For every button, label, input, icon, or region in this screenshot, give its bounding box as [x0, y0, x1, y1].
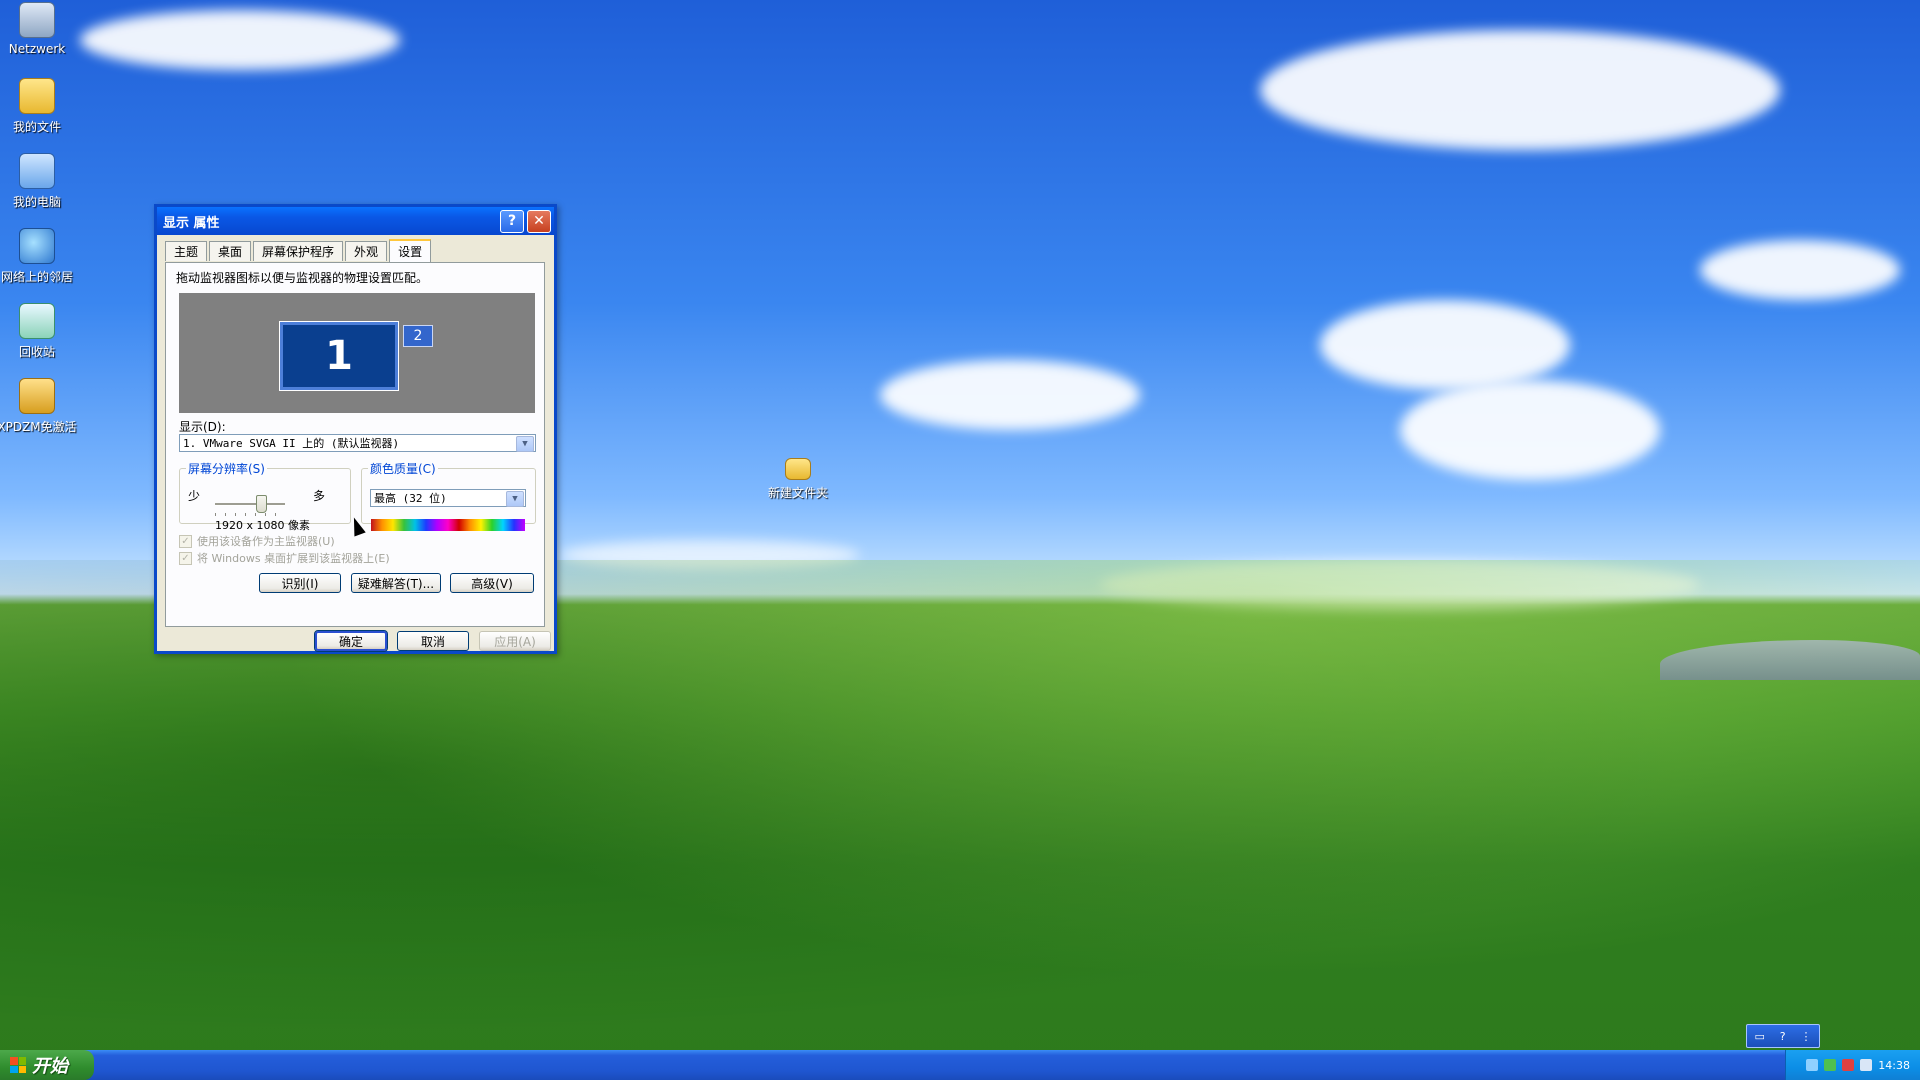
settings-panel: 拖动监视器图标以便与监视器的物理设置匹配。 1 2 显示(D): 1. VMwa…	[165, 262, 545, 627]
tab-appearance[interactable]: 外观	[345, 241, 388, 261]
resolution-slider-track[interactable]	[215, 503, 285, 506]
network-computer-icon	[19, 2, 55, 38]
resolution-slider-thumb[interactable]	[256, 495, 267, 513]
resolution-group: 屏幕分辨率(S) 少 多 1920 x 1080 像素	[179, 460, 351, 532]
shield-icon[interactable]	[1824, 1059, 1837, 1071]
folder-icon	[785, 458, 811, 480]
desktop-icon-network-places[interactable]: 网络上的邻居	[0, 228, 77, 285]
ok-button[interactable]: 确定	[314, 630, 388, 652]
help-button[interactable]: ?	[500, 209, 524, 233]
identify-button[interactable]: 识别(I)	[259, 573, 341, 593]
monitor-arrangement-area[interactable]: 1 2	[179, 293, 535, 413]
display-select-value: 1. VMware SVGA II 上的 (默认监视器)	[183, 437, 400, 450]
advanced-button[interactable]: 高级(V)	[450, 573, 534, 593]
troubleshoot-button[interactable]: 疑难解答(T)...	[351, 573, 441, 593]
color-quality-value: 最高 (32 位)	[374, 492, 447, 505]
primary-monitor-checkbox[interactable]: ✓ 使用该设备作为主监视器(U)	[179, 533, 335, 549]
resolution-legend: 屏幕分辨率(S)	[188, 462, 265, 476]
start-label: 开始	[32, 1056, 68, 1077]
dialog-title: 显示 属性	[163, 215, 220, 231]
monitor-1-icon[interactable]: 1	[279, 321, 399, 391]
dialog-titlebar[interactable]: 显示 属性 ? ✕	[157, 207, 554, 235]
chevron-down-icon[interactable]: ▼	[506, 491, 524, 507]
desktop-icon-label: 网络上的邻居	[0, 270, 73, 284]
desktop-icon-new-folder[interactable]: 新建文件夹	[758, 458, 838, 501]
desktop-icon-my-computer[interactable]: 我的电脑	[0, 153, 77, 210]
checkbox-label: 将 Windows 桌面扩展到该监视器上(E)	[197, 552, 390, 565]
desktop-icon-label: 我的文件	[12, 120, 61, 134]
recycle-bin-icon	[19, 303, 55, 339]
display-label: 显示(D):	[179, 420, 226, 434]
monitor-hint-text: 拖动监视器图标以便与监视器的物理设置匹配。	[176, 271, 429, 285]
color-quality-select[interactable]: 最高 (32 位) ▼	[370, 489, 526, 507]
desktop-icon-label: 我的电脑	[12, 195, 61, 209]
computer-icon	[19, 153, 55, 189]
desktop-icon-label: 新建文件夹	[767, 486, 828, 500]
chevron-down-icon[interactable]: ▼	[516, 436, 534, 452]
tab-desktop[interactable]: 桌面	[209, 241, 252, 261]
checkbox-box[interactable]: ✓	[179, 551, 192, 565]
slider-ticks	[215, 513, 285, 516]
tab-strip: 主题 桌面 屏幕保护程序 外观 设置	[165, 239, 433, 262]
keyboard-icon[interactable]: ▭	[1754, 1030, 1764, 1043]
clock[interactable]: 14:38	[1878, 1059, 1910, 1072]
network-globe-icon	[19, 228, 55, 264]
resolution-less-label: 少	[188, 489, 201, 503]
folder-icon	[19, 78, 55, 114]
tab-themes[interactable]: 主题	[165, 241, 208, 261]
desktop-icon-label: 回收站	[18, 345, 55, 359]
system-tray: 14:38	[1785, 1050, 1920, 1080]
desktop-icon-label: Netzwerk	[8, 42, 66, 56]
desktop-icon-netzwerk[interactable]: Netzwerk	[0, 2, 77, 56]
display-properties-dialog: 显示 属性 ? ✕ 主题 桌面 屏幕保护程序 外观 设置 拖动监视器图标以便与监…	[154, 204, 557, 654]
apply-button[interactable]: 应用(A)	[479, 631, 551, 651]
start-button[interactable]: 开始	[0, 1050, 94, 1080]
tab-screensaver[interactable]: 屏幕保护程序	[253, 241, 344, 261]
color-quality-legend: 颜色质量(C)	[370, 462, 436, 476]
extend-desktop-checkbox[interactable]: ✓ 将 Windows 桌面扩展到该监视器上(E)	[179, 550, 390, 566]
checkbox-box[interactable]: ✓	[179, 534, 192, 548]
close-button[interactable]: ✕	[527, 209, 551, 233]
tools-icon	[19, 378, 55, 414]
desktop-icon-recycle-bin[interactable]: 回收站	[0, 303, 77, 360]
help-icon[interactable]: ?	[1780, 1030, 1786, 1043]
monitor-2-icon[interactable]: 2	[403, 325, 433, 347]
color-preview-bar	[371, 519, 525, 531]
resolution-more-label: 多	[313, 489, 326, 503]
resolution-value: 1920 x 1080 像素	[215, 519, 310, 532]
windows-logo-icon	[10, 1057, 26, 1073]
desktop-icon-label: XPDZM免激活	[0, 420, 77, 434]
desktop-icon-activation-tool[interactable]: XPDZM免激活	[0, 378, 77, 435]
network-status-icon[interactable]	[1806, 1059, 1819, 1071]
options-icon[interactable]: ⋮	[1801, 1030, 1812, 1043]
security-alert-icon[interactable]	[1842, 1059, 1855, 1071]
desktop-icon-my-documents[interactable]: 我的文件	[0, 78, 77, 135]
checkbox-label: 使用该设备作为主监视器(U)	[197, 535, 335, 548]
monitor-icon[interactable]	[1860, 1059, 1873, 1071]
cancel-button[interactable]: 取消	[397, 631, 469, 651]
language-bar[interactable]: ▭ ? ⋮	[1746, 1024, 1820, 1048]
display-select[interactable]: 1. VMware SVGA II 上的 (默认监视器) ▼	[179, 434, 536, 452]
color-quality-group: 颜色质量(C) 最高 (32 位) ▼	[361, 460, 536, 531]
tab-settings[interactable]: 设置	[389, 239, 432, 262]
taskbar: 开始 14:38	[0, 1050, 1920, 1080]
